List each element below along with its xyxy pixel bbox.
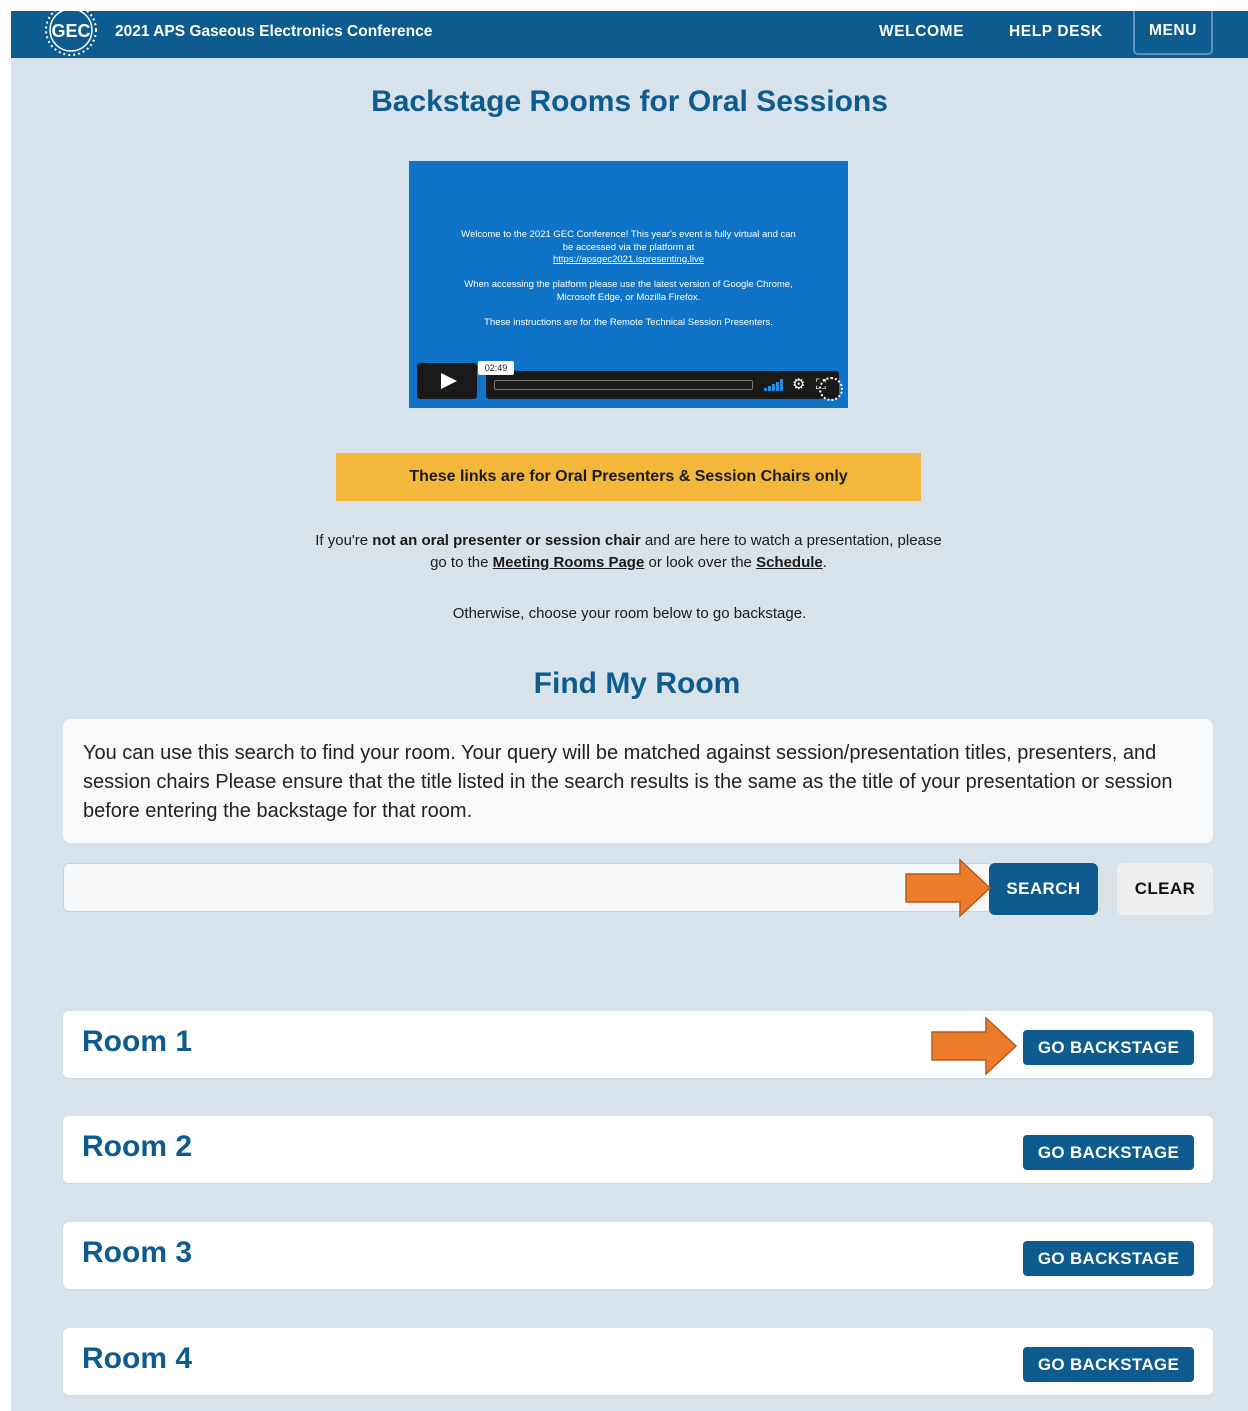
- video-line-1: Welcome to the 2021 GEC Conference! This…: [461, 229, 796, 253]
- room-name: Room 3: [82, 1236, 193, 1269]
- room-card-2: Room 2 GO BACKSTAGE: [63, 1116, 1213, 1183]
- room-card-1: Room 1 GO BACKSTAGE: [63, 1011, 1213, 1078]
- video-line-3: These instructions are for the Remote Te…: [484, 316, 773, 328]
- room-name: Room 4: [82, 1342, 193, 1375]
- room-search-input[interactable]: [63, 863, 993, 912]
- search-button[interactable]: SEARCH: [989, 863, 1098, 915]
- go-backstage-button-room-3[interactable]: GO BACKSTAGE: [1023, 1241, 1194, 1276]
- room-card-3: Room 3 GO BACKSTAGE: [63, 1222, 1213, 1289]
- video-logo-badge: [819, 377, 843, 401]
- info-text-3: or look over the: [644, 554, 757, 571]
- menu-button[interactable]: MENU: [1133, 11, 1213, 55]
- clear-button[interactable]: CLEAR: [1117, 863, 1213, 915]
- video-controls: ⚙ ⛶: [486, 371, 839, 399]
- search-help-text: You can use this search to find your roo…: [63, 719, 1213, 843]
- page-title: Backstage Rooms for Oral Sessions: [371, 85, 888, 118]
- annotation-arrow-search: [905, 858, 992, 918]
- settings-gear-icon[interactable]: ⚙: [792, 376, 805, 394]
- logo-text: GEC: [51, 21, 90, 41]
- info-text-1: If you're: [315, 532, 373, 549]
- info-paragraph: If you're not an oral presenter or sessi…: [311, 530, 946, 574]
- volume-icon[interactable]: [764, 379, 784, 391]
- video-player[interactable]: Welcome to the 2021 GEC Conference! This…: [409, 161, 848, 408]
- room-name: Room 2: [82, 1130, 193, 1163]
- go-backstage-button-room-4[interactable]: GO BACKSTAGE: [1023, 1347, 1194, 1382]
- info-text-4: .: [822, 554, 827, 571]
- find-my-room-title: Find My Room: [533, 667, 741, 700]
- room-card-4: Room 4 GO BACKSTAGE: [63, 1328, 1213, 1395]
- otherwise-text: Otherwise, choose your room below to go …: [452, 605, 807, 622]
- video-progress-bar[interactable]: [494, 380, 753, 390]
- annotation-arrow-backstage: [931, 1016, 1018, 1076]
- presenter-notice-banner: These links are for Oral Presenters & Se…: [336, 453, 921, 501]
- nav-welcome[interactable]: WELCOME: [879, 23, 964, 41]
- top-nav-bar: GEC 2021 APS Gaseous Electronics Confere…: [11, 11, 1248, 58]
- go-backstage-button-room-2[interactable]: GO BACKSTAGE: [1023, 1135, 1194, 1170]
- schedule-link[interactable]: Schedule: [756, 554, 823, 571]
- video-duration: 02:49: [478, 361, 514, 375]
- gec-logo[interactable]: GEC: [41, 11, 101, 60]
- nav-help-desk[interactable]: HELP DESK: [1009, 23, 1103, 41]
- room-name: Room 1: [82, 1025, 193, 1058]
- page: GEC 2021 APS Gaseous Electronics Confere…: [11, 11, 1248, 1411]
- go-backstage-button-room-1[interactable]: GO BACKSTAGE: [1023, 1030, 1194, 1065]
- info-bold: not an oral presenter or session chair: [372, 532, 641, 549]
- video-line-2: When accessing the platform please use t…: [464, 279, 793, 303]
- play-button[interactable]: [417, 363, 477, 399]
- meeting-rooms-link[interactable]: Meeting Rooms Page: [493, 554, 645, 571]
- video-platform-link: https://apsgec2021.ispresenting.live: [552, 254, 705, 265]
- site-title[interactable]: 2021 APS Gaseous Electronics Conference: [115, 23, 432, 41]
- video-slide-text: Welcome to the 2021 GEC Conference! This…: [459, 229, 798, 342]
